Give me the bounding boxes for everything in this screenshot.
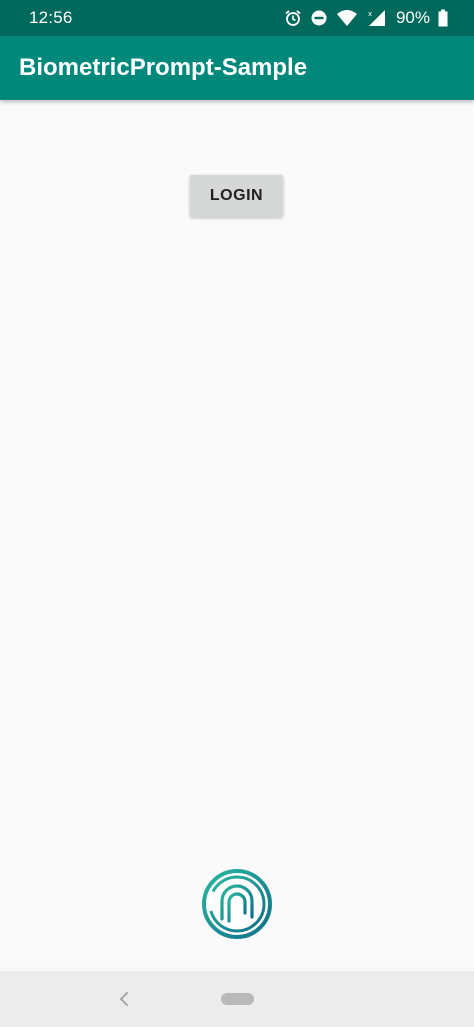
do-not-disturb-icon — [310, 9, 328, 27]
status-bar: 12:56 x 90% — [0, 0, 474, 36]
signal-icon: x — [366, 9, 386, 27]
navigation-bar — [0, 971, 474, 1027]
app-bar: BiometricPrompt-Sample — [0, 36, 474, 100]
app-screen: 12:56 x 90% BiometricPrompt-Sample LOGIN — [0, 0, 474, 1027]
svg-text:x: x — [368, 10, 372, 18]
page-title: BiometricPrompt-Sample — [19, 54, 308, 81]
battery-icon — [438, 9, 448, 27]
login-button[interactable]: LOGIN — [190, 175, 283, 217]
wifi-icon — [336, 9, 358, 27]
home-pill-icon[interactable] — [221, 993, 254, 1005]
battery-percent: 90% — [395, 8, 430, 27]
status-icons: x 90% — [284, 8, 448, 28]
fingerprint-icon — [200, 867, 274, 941]
back-icon[interactable] — [117, 990, 131, 1008]
alarm-icon — [284, 9, 302, 27]
status-time: 12:56 — [29, 8, 73, 27]
